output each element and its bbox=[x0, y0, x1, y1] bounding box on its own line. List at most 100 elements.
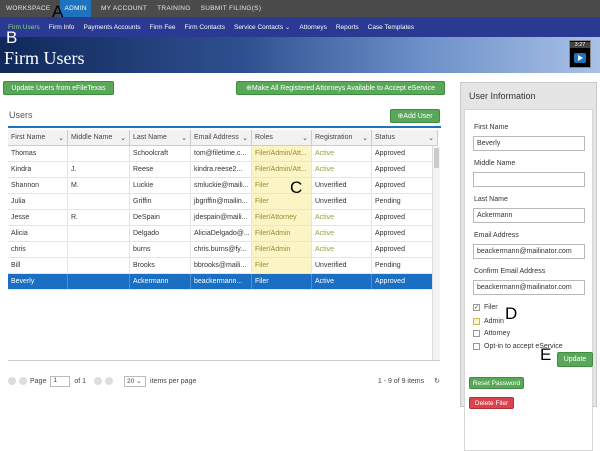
table-row[interactable]: Jesse R. DeSpain jdespain@maili... Filer/Att… bbox=[8, 210, 438, 226]
grid-pager: Page 1 of 1 20 ⌄ items per page 1 - 9 of… bbox=[8, 373, 440, 389]
column-header-last-name[interactable]: Last Name ⌄ bbox=[130, 130, 191, 145]
roles-cell: Filer bbox=[252, 178, 312, 193]
email-cell: chris.burns@fy... bbox=[191, 242, 252, 257]
registration-cell: Unverified bbox=[312, 194, 372, 209]
attorney-checkbox-label: Attorney bbox=[484, 330, 511, 337]
sub-nav-payments-accounts[interactable]: Payments Accounts bbox=[83, 24, 140, 31]
last-name-cell: Schoolcraft bbox=[130, 146, 191, 161]
grid-scrollbar[interactable] bbox=[432, 146, 440, 360]
top-nav: WORKSPACE ADMIN MY ACCOUNT TRAINING SUBM… bbox=[0, 0, 600, 17]
first-name-cell: Thomas bbox=[8, 146, 68, 161]
make-all-attorneys-button[interactable]: ⊕ Make All Registered Attorneys Available… bbox=[236, 81, 445, 95]
top-nav-workspace[interactable]: WORKSPACE bbox=[6, 5, 50, 12]
sub-nav-service-contacts[interactable]: Service Contacts ⌄ bbox=[234, 23, 290, 31]
panel-title: User Information bbox=[469, 91, 536, 101]
table-row[interactable]: Julia Griffin jbgriffin@mailin... Filer Unve… bbox=[8, 194, 438, 210]
column-header-status[interactable]: Status ⌄ bbox=[372, 130, 438, 145]
registration-cell: Active bbox=[312, 210, 372, 225]
chevron-down-icon: ⌄ bbox=[58, 134, 64, 142]
sub-nav-firm-fee[interactable]: Firm Fee bbox=[150, 24, 176, 31]
last-name-cell: burns bbox=[130, 242, 191, 257]
email-label: Email Address bbox=[474, 232, 519, 239]
table-row[interactable]: Shannon M. Luckie smluckie@maili... Filer Unv… bbox=[8, 178, 438, 194]
chevron-down-icon: ⌄ bbox=[283, 24, 291, 31]
roles-cell: Filer bbox=[252, 274, 312, 289]
page-banner: Firm Users bbox=[0, 37, 600, 73]
middle-name-label: Middle Name bbox=[474, 160, 516, 167]
update-users-button[interactable]: Update Users from eFileTexas bbox=[3, 81, 114, 95]
first-name-field[interactable]: Beverly bbox=[473, 136, 585, 151]
registration-cell: Active bbox=[312, 162, 372, 177]
sub-nav-case-templates[interactable]: Case Templates bbox=[368, 24, 415, 31]
sub-nav-firm-info[interactable]: Firm Info bbox=[49, 24, 75, 31]
middle-name-cell bbox=[68, 226, 130, 241]
column-label: Status bbox=[375, 134, 395, 141]
delete-filer-button[interactable]: Delete Filer bbox=[469, 397, 514, 409]
video-thumbnail[interactable]: 3:27 bbox=[569, 40, 591, 68]
email-cell: smluckie@maili... bbox=[191, 178, 252, 193]
top-nav-training[interactable]: TRAINING bbox=[157, 5, 190, 12]
column-header-email[interactable]: Email Address ⌄ bbox=[191, 130, 252, 145]
sub-nav-attorneys[interactable]: Attorneys bbox=[299, 24, 326, 31]
callout-d: D bbox=[505, 304, 518, 323]
table-row[interactable]: Kindra J. Reese kindra.reese2... Filer/Admin… bbox=[8, 162, 438, 178]
status-cell: Approved bbox=[372, 210, 438, 225]
refresh-icon[interactable]: ↻ bbox=[434, 377, 440, 385]
table-row[interactable]: Thomas Schoolcraft tom@filetime.c... Filer/… bbox=[8, 146, 438, 162]
top-nav-my-account[interactable]: MY ACCOUNT bbox=[101, 5, 147, 12]
email-field[interactable]: beackermann@mailinator.com bbox=[473, 244, 585, 259]
sub-nav-firm-contacts[interactable]: Firm Contacts bbox=[185, 24, 225, 31]
column-label: Middle Name bbox=[71, 134, 113, 141]
grid-body: Thomas Schoolcraft tom@filetime.c... Filer/… bbox=[8, 146, 438, 290]
callout-e: E bbox=[540, 345, 552, 364]
table-row[interactable]: Beverly Ackermann beackermann... Filer Activ… bbox=[8, 274, 438, 290]
admin-checkbox[interactable]: Admin bbox=[473, 318, 504, 325]
per-page-value: 20 bbox=[127, 377, 135, 385]
next-page-icon[interactable] bbox=[94, 377, 103, 385]
filer-checkbox[interactable]: ✓ Filer bbox=[473, 304, 498, 311]
middle-name-field[interactable] bbox=[473, 172, 585, 187]
sub-nav: Firm Users Firm Info Payments Accounts F… bbox=[0, 17, 600, 37]
per-page-select[interactable]: 20 ⌄ bbox=[124, 375, 147, 387]
first-name-cell: Jesse bbox=[8, 210, 68, 225]
chevron-down-icon: ⌄ bbox=[428, 134, 434, 142]
sub-nav-service-contacts-label: Service Contacts bbox=[233, 24, 284, 31]
filer-checkbox-label: Filer bbox=[484, 304, 498, 311]
column-header-first-name[interactable]: First Name ⌄ bbox=[8, 130, 68, 145]
email-cell: kindra.reese2... bbox=[191, 162, 252, 177]
column-header-roles[interactable]: Roles ⌄ bbox=[252, 130, 312, 145]
section-divider bbox=[8, 126, 441, 128]
email-cell: bbrooks@maili... bbox=[191, 258, 252, 273]
update-button[interactable]: Update bbox=[557, 352, 593, 367]
email-cell: jbgriffin@mailin... bbox=[191, 194, 252, 209]
attorney-checkbox[interactable]: Attorney bbox=[473, 330, 510, 337]
chevron-down-icon: ⌄ bbox=[362, 134, 368, 142]
column-header-registration[interactable]: Registration ⌄ bbox=[312, 130, 372, 145]
middle-name-cell bbox=[68, 258, 130, 273]
grid-bottom-border bbox=[8, 360, 440, 361]
middle-name-cell bbox=[68, 146, 130, 161]
add-user-button[interactable]: ⊕ Add User bbox=[390, 109, 440, 123]
last-name-field[interactable]: Ackermann bbox=[473, 208, 585, 223]
page-of-label: of 1 bbox=[74, 377, 87, 385]
confirm-email-field[interactable]: beackermann@mailinator.com bbox=[473, 280, 585, 295]
last-page-icon[interactable] bbox=[105, 377, 114, 385]
top-nav-submit-filings[interactable]: SUBMIT FILING(S) bbox=[201, 5, 262, 12]
reset-password-button[interactable]: Reset Password bbox=[469, 377, 524, 389]
column-header-middle-name[interactable]: Middle Name ⌄ bbox=[68, 130, 130, 145]
page-label: Page bbox=[30, 377, 47, 385]
prev-page-icon[interactable] bbox=[19, 377, 27, 385]
table-row[interactable]: Alicia Delgado AliciaDelgado@... Filer/Admi… bbox=[8, 226, 438, 242]
sub-nav-reports[interactable]: Reports bbox=[336, 24, 359, 31]
column-label: Roles bbox=[255, 134, 273, 141]
middle-name-cell bbox=[68, 274, 130, 289]
scrollbar-thumb[interactable] bbox=[434, 148, 439, 168]
table-row[interactable]: chris burns chris.burns@fy... Filer/Admin Ac… bbox=[8, 242, 438, 258]
page-input[interactable]: 1 bbox=[50, 375, 71, 387]
add-user-label: Add User bbox=[403, 112, 433, 120]
table-row[interactable]: Bill Brooks bbrooks@maili... Filer Unverifie… bbox=[8, 258, 438, 274]
top-nav-admin[interactable]: ADMIN bbox=[60, 0, 91, 17]
registration-cell: Active bbox=[312, 242, 372, 257]
registration-cell: Active bbox=[312, 226, 372, 241]
first-page-icon[interactable] bbox=[8, 377, 16, 385]
